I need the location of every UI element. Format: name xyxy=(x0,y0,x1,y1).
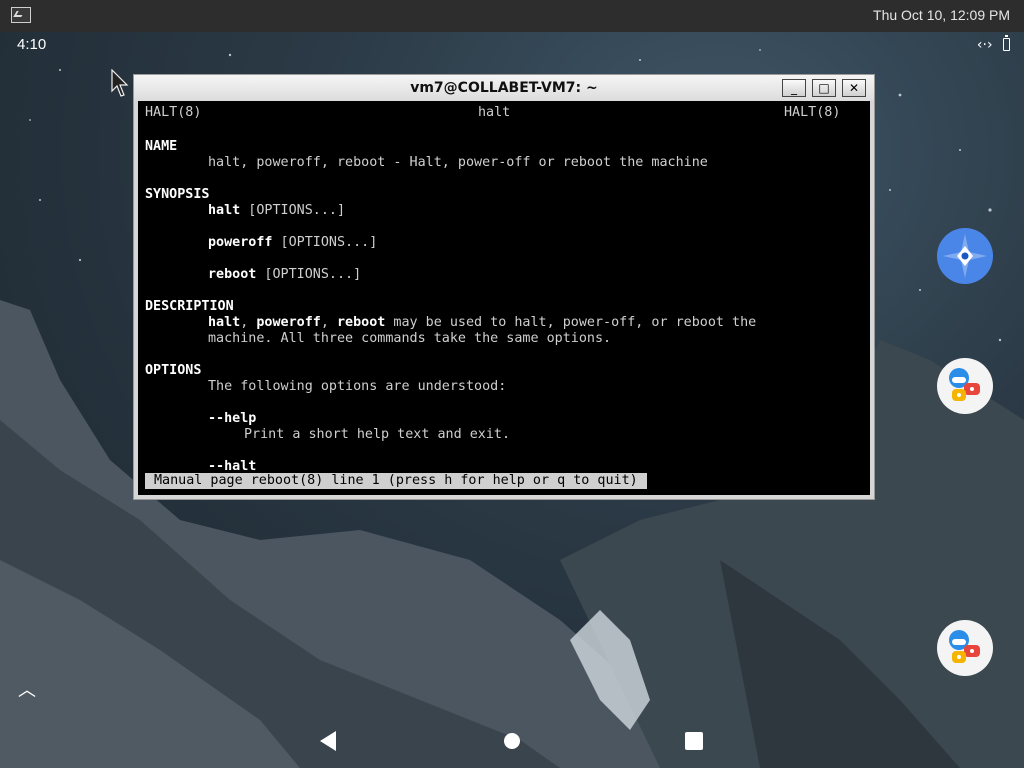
option-help: --help xyxy=(208,411,257,426)
android-status-icons: ‹·› xyxy=(971,35,1010,53)
panel-clock[interactable]: Thu Oct 10, 12:09 PM xyxy=(873,7,1010,23)
chat-app-icon[interactable] xyxy=(937,358,993,414)
chat-app-icon[interactable] xyxy=(937,620,993,676)
home-circle-icon[interactable] xyxy=(504,733,520,749)
window-titlebar[interactable]: vm7@COLLABET-VM7: ~ _ □ ✕ xyxy=(134,75,874,101)
terminal-icon[interactable] xyxy=(11,7,31,23)
back-triangle-icon[interactable] xyxy=(320,731,336,751)
options-intro: The following options are understood: xyxy=(208,379,507,394)
description-line-2: machine. All three commands take the sam… xyxy=(208,331,612,346)
mouse-pointer-icon xyxy=(111,69,129,97)
description-line-1: halt, poweroff, reboot may be used to ha… xyxy=(208,315,757,330)
option-help-text: Print a short help text and exit. xyxy=(244,427,511,442)
section-heading-name: NAME xyxy=(145,139,178,154)
section-heading-options: OPTIONS xyxy=(145,363,202,378)
pager-status-line: Manual page reboot(8) line 1 (press h fo… xyxy=(145,473,647,489)
android-status-time: 4:10 xyxy=(17,36,47,53)
compass-icon[interactable] xyxy=(937,228,993,284)
section-heading-synopsis: SYNOPSIS xyxy=(145,187,210,202)
synopsis-line: poweroff [OPTIONS...] xyxy=(208,235,378,250)
recents-square-icon[interactable] xyxy=(685,732,703,750)
man-header-center: halt xyxy=(478,105,511,120)
minimize-button[interactable]: _ xyxy=(782,79,806,97)
app-drawer-caret-icon[interactable]: ︿ xyxy=(18,676,36,702)
terminal-content[interactable]: HALT(8) halt HALT(8) NAME halt, poweroff… xyxy=(138,101,870,495)
battery-icon xyxy=(1003,35,1010,51)
name-text: halt, poweroff, reboot - Halt, power-off… xyxy=(208,155,708,170)
section-heading-description: DESCRIPTION xyxy=(145,299,234,314)
maximize-button[interactable]: □ xyxy=(812,79,836,97)
synopsis-line: halt [OPTIONS...] xyxy=(208,203,346,218)
man-header-right: HALT(8) xyxy=(784,105,841,120)
synopsis-line: reboot [OPTIONS...] xyxy=(208,267,362,282)
sync-arrows-icon: ‹·› xyxy=(976,37,993,53)
window-title: vm7@COLLABET-VM7: ~ xyxy=(410,80,598,96)
terminal-window[interactable]: vm7@COLLABET-VM7: ~ _ □ ✕ HALT(8) halt H… xyxy=(133,74,875,500)
close-button[interactable]: ✕ xyxy=(842,79,866,97)
option-halt: --halt xyxy=(208,459,257,474)
man-header-left: HALT(8) xyxy=(145,105,202,120)
top-panel: Thu Oct 10, 12:09 PM xyxy=(0,0,1024,32)
